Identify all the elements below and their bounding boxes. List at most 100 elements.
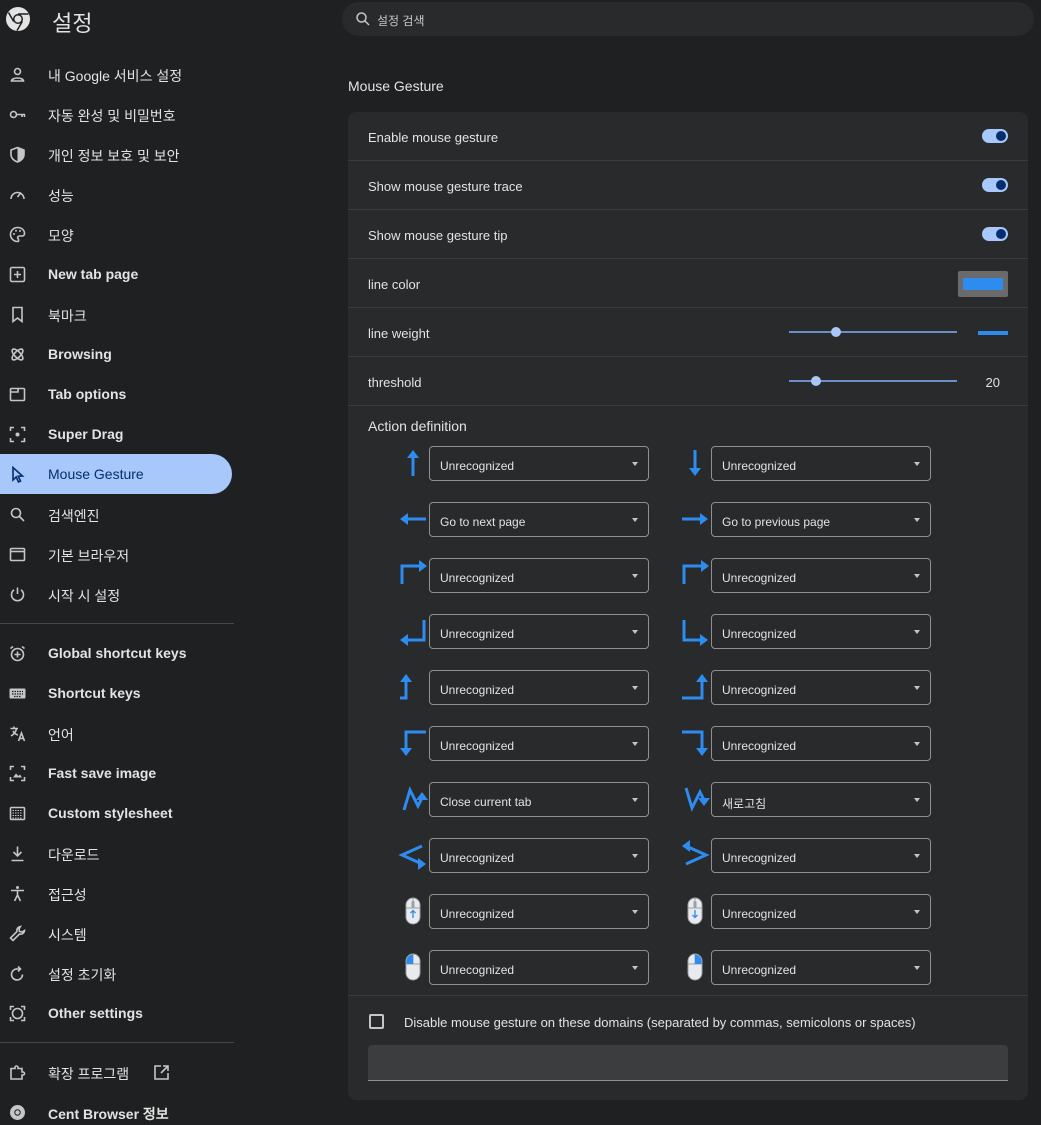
gesture-action-select[interactable]: Unrecognized: [711, 670, 931, 705]
sidebar-item-power[interactable]: 시작 시 설정: [0, 574, 232, 614]
search-icon: [10, 507, 25, 522]
search-input[interactable]: 설정 검색: [342, 2, 1034, 36]
gesture-action-select[interactable]: Unrecognized: [429, 894, 649, 929]
show-trace-toggle[interactable]: [982, 178, 1008, 192]
gesture-action-value: Unrecognized: [440, 851, 515, 865]
gesture-action-value: Unrecognized: [722, 907, 797, 921]
gesture-action-select[interactable]: Unrecognized: [711, 558, 931, 593]
action-definition: Action definition Unrecognized Unrecogniz…: [348, 406, 1028, 996]
gesture-action-select[interactable]: Unrecognized: [429, 614, 649, 649]
slider-thumb[interactable]: [810, 376, 821, 386]
left-arrow-icon: [400, 513, 426, 525]
sidebar-item-label: 성능: [48, 188, 74, 204]
sidebar-item-label: Fast save image: [48, 765, 157, 781]
show-trace-label: Show mouse gesture trace: [368, 179, 523, 194]
mouse-wheel-down-icon: [687, 897, 703, 925]
gesture-action-select[interactable]: Unrecognized: [429, 950, 649, 985]
sidebar-item-label: 언어: [48, 727, 74, 743]
sidebar-item-new-tab[interactable]: New tab page: [0, 254, 232, 294]
sidebar-item-key[interactable]: 자동 완성 및 비밀번호: [0, 94, 232, 134]
show-tip-toggle[interactable]: [982, 227, 1008, 241]
chevron-down-icon: [632, 966, 638, 970]
sidebar-item-label: 설정 초기화: [48, 967, 117, 983]
drag-icon: [9, 426, 26, 443]
chevron-down-icon: [914, 462, 920, 466]
sidebar-divider: [0, 623, 234, 624]
gesture-action-select[interactable]: Unrecognized: [711, 950, 931, 985]
sidebar-item-label: Super Drag: [48, 426, 124, 442]
domains-input[interactable]: [368, 1045, 1008, 1081]
down-up-zigzag-icon: [684, 787, 710, 813]
gesture-action-select[interactable]: Unrecognized: [711, 726, 931, 761]
chevron-down-icon: [914, 742, 920, 746]
sidebar-item-palette[interactable]: 모양: [0, 214, 232, 254]
sidebar-item-puzzle[interactable]: 확장 프로그램: [0, 1052, 232, 1092]
stylesheet-icon: [9, 806, 26, 821]
external-link-icon[interactable]: [153, 1064, 170, 1081]
gesture-action-select[interactable]: Unrecognized: [711, 838, 931, 873]
disable-domains-checkbox[interactable]: [369, 1014, 384, 1029]
gesture-action-select[interactable]: Go to next page: [429, 502, 649, 537]
sidebar-item-stylesheet[interactable]: Custom stylesheet: [0, 793, 232, 833]
sidebar-item-keyboard[interactable]: Shortcut keys: [0, 673, 232, 713]
sidebar-item-wrench[interactable]: 시스템: [0, 913, 232, 953]
sidebar-item-label: Browsing: [48, 346, 112, 362]
gesture-action-select[interactable]: Unrecognized: [429, 838, 649, 873]
gesture-action-select[interactable]: Go to previous page: [711, 502, 931, 537]
sidebar-item-label: Shortcut keys: [48, 685, 141, 701]
gesture-action-select[interactable]: 새로고침: [711, 782, 931, 817]
gesture-action-select[interactable]: Unrecognized: [429, 446, 649, 481]
threshold-row: threshold 20: [348, 357, 1028, 406]
chevron-down-icon: [632, 854, 638, 858]
sidebar-item-other-settings[interactable]: Other settings: [0, 993, 232, 1033]
sidebar-item-accessibility[interactable]: 접근성: [0, 873, 232, 913]
sidebar-item-person[interactable]: 내 Google 서비스 설정: [0, 54, 232, 94]
sidebar-item-drag[interactable]: Super Drag: [0, 414, 232, 454]
chevron-down-icon: [632, 910, 638, 914]
sidebar-item-browser-logo[interactable]: Cent Browser 정보: [0, 1092, 232, 1125]
gesture-action-select[interactable]: Unrecognized: [711, 894, 931, 929]
gesture-action-select[interactable]: Unrecognized: [711, 614, 931, 649]
line-weight-slider[interactable]: [789, 327, 957, 337]
show-trace-row: Show mouse gesture trace: [348, 161, 1028, 210]
sidebar-item-translate[interactable]: 언어: [0, 713, 232, 753]
enable-gesture-toggle[interactable]: [982, 129, 1008, 143]
down-left-arrow-icon: [400, 560, 427, 584]
palette-icon: [9, 226, 26, 243]
sidebar-item-download[interactable]: 다운로드: [0, 833, 232, 873]
gesture-action-select[interactable]: Unrecognized: [429, 670, 649, 705]
sidebar-item-browser[interactable]: 기본 브라우저: [0, 534, 232, 574]
slider-thumb[interactable]: [831, 327, 842, 337]
up-down-zigzag-icon: [402, 785, 428, 811]
sidebar-item-alarm[interactable]: Global shortcut keys: [0, 633, 232, 673]
sidebar-item-bookmark[interactable]: 북마크: [0, 294, 232, 334]
sidebar-item-reset[interactable]: 설정 초기화: [0, 953, 232, 993]
sidebar-item-atom[interactable]: Browsing: [0, 334, 232, 374]
left-down-right-arrow-icon: [682, 620, 708, 646]
threshold-slider[interactable]: [789, 376, 957, 386]
sidebar-item-image-save[interactable]: Fast save image: [0, 753, 232, 793]
sidebar-item-label: 북마크: [48, 308, 87, 324]
sidebar-item-label: Mouse Gesture: [48, 466, 144, 482]
sidebar-item-label: 시스템: [48, 927, 87, 943]
gesture-action-select[interactable]: Unrecognized: [711, 446, 931, 481]
sidebar-item-tab[interactable]: Tab options: [0, 374, 232, 414]
gesture-action-select[interactable]: Close current tab: [429, 782, 649, 817]
gesture-action-select[interactable]: Unrecognized: [429, 726, 649, 761]
sidebar-item-cursor[interactable]: Mouse Gesture: [0, 454, 232, 494]
sidebar-item-shield[interactable]: 개인 정보 보호 및 보안: [0, 134, 232, 174]
gesture-action-value: Unrecognized: [440, 963, 515, 977]
gesture-action-value: Unrecognized: [440, 683, 515, 697]
gesture-action-select[interactable]: Unrecognized: [429, 558, 649, 593]
bookmark-icon: [12, 306, 23, 323]
search-placeholder: 설정 검색: [377, 14, 425, 28]
alarm-icon: [10, 645, 25, 662]
sidebar-item-search[interactable]: 검색엔진: [0, 494, 232, 534]
sidebar-item-label: 내 Google 서비스 설정: [48, 68, 183, 84]
line-color-picker[interactable]: [958, 271, 1008, 297]
section-title: Mouse Gesture: [348, 78, 444, 94]
settings-card: Enable mouse gesture Show mouse gesture …: [348, 112, 1028, 1100]
mouse-right-click-icon: [687, 953, 703, 981]
gesture-action-value: Unrecognized: [440, 627, 515, 641]
sidebar-item-speedometer[interactable]: 성능: [0, 174, 232, 214]
